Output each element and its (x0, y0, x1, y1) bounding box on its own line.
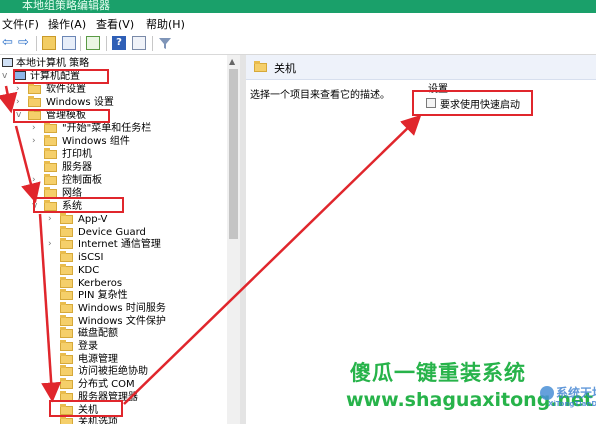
arrow-2 (14, 125, 41, 204)
watermark-logo-text: 系统天地 (556, 386, 596, 400)
watermark-logo-sub: XiTongTianDi.net (548, 400, 596, 408)
arrow-3 (38, 213, 62, 403)
arrow-1 (0, 85, 18, 114)
watermark-brand: 傻瓜一键重装系统 (350, 361, 526, 385)
watermark-logo-icon (540, 386, 554, 400)
